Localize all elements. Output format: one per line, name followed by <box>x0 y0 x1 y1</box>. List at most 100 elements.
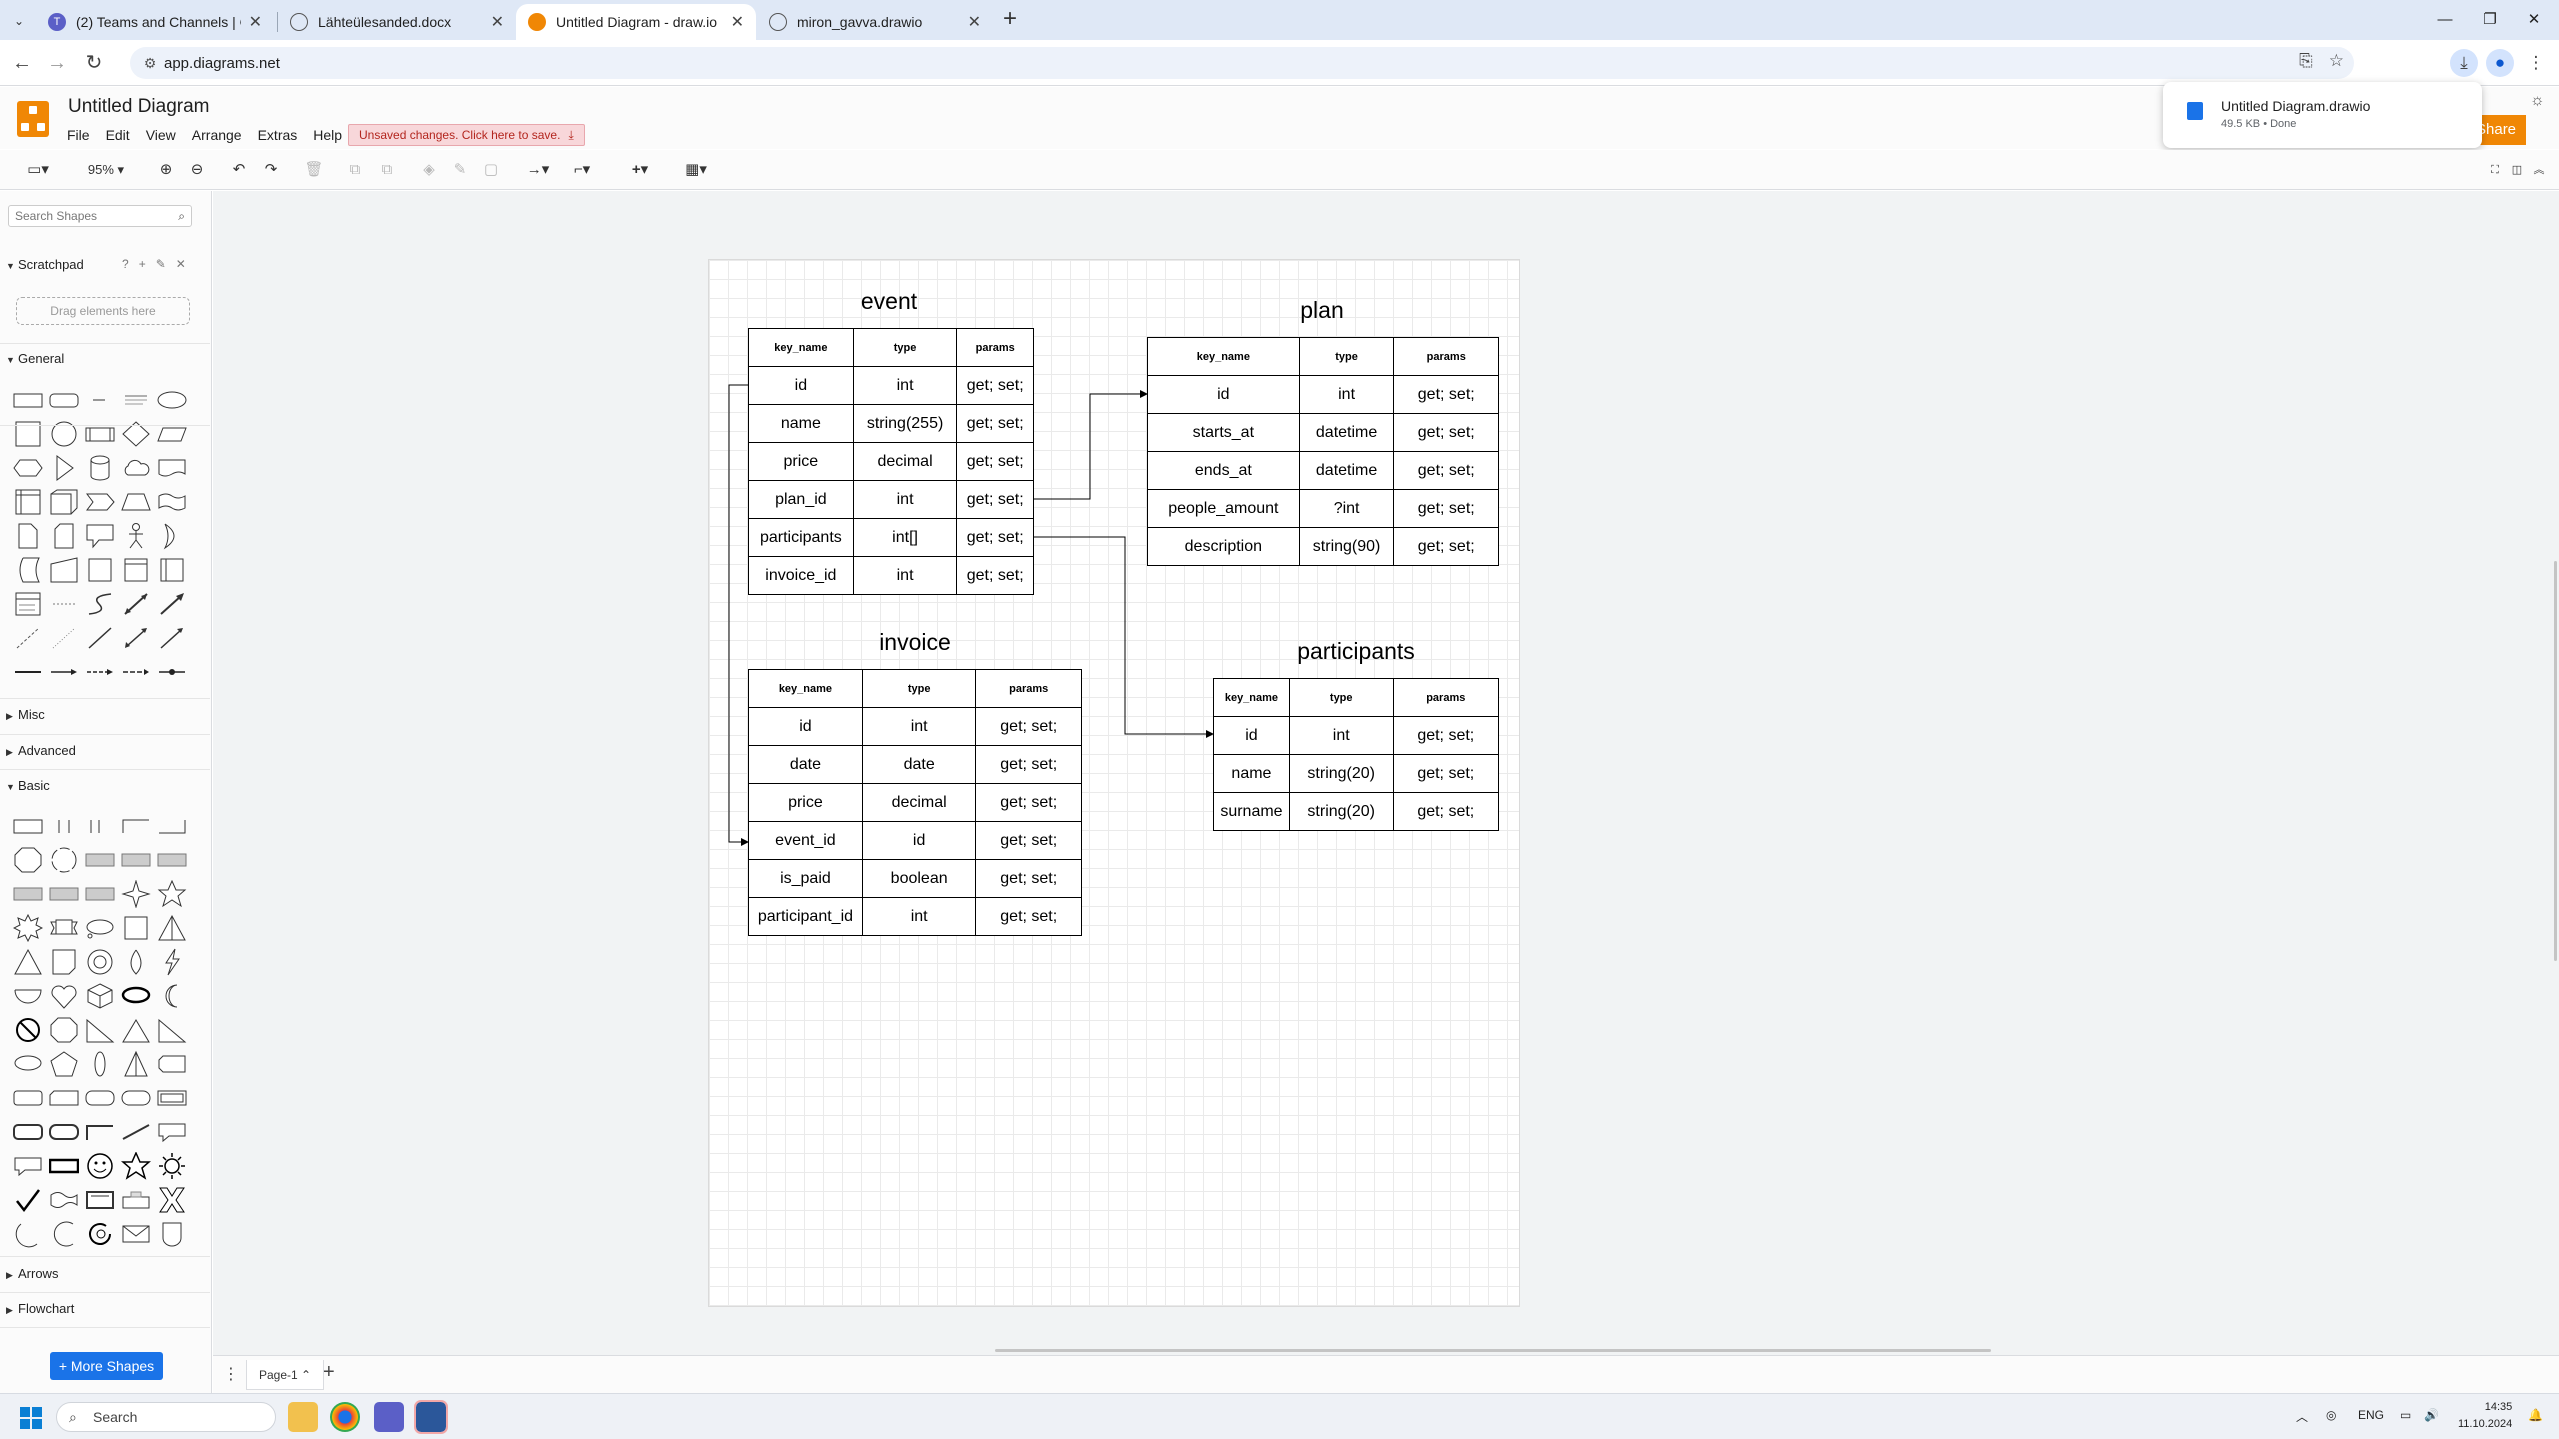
taskbar-search[interactable]: ⌕ Search <box>56 1402 276 1432</box>
shadow-icon[interactable]: ▢ <box>480 160 502 180</box>
tab-shape[interactable] <box>118 1183 154 1217</box>
format-toggle-icon[interactable]: ◫ <box>2508 160 2526 180</box>
heart-shape[interactable] <box>46 979 82 1013</box>
menu-extras[interactable]: Extras <box>258 127 306 143</box>
table-row[interactable]: participants int[] get; set; <box>748 518 1034 557</box>
triangle-basic-shape[interactable] <box>154 911 190 945</box>
iso-cube-shape[interactable] <box>82 979 118 1013</box>
moon-shape[interactable] <box>154 979 190 1013</box>
basic-gray-rect-3-shape[interactable] <box>154 843 190 877</box>
table-row[interactable]: id int get; set; <box>748 366 1034 405</box>
dotted-diagonal-shape[interactable] <box>46 621 82 655</box>
tab-docx[interactable]: Lähteülesanded.docx ✕ <box>278 4 516 40</box>
lightning-shape[interactable] <box>154 945 190 979</box>
new-tab-button[interactable]: + <box>996 6 1024 34</box>
right-triangle-shape[interactable] <box>82 1013 118 1047</box>
vertical-scrollbar[interactable] <box>2554 561 2557 961</box>
download-icon[interactable]: ⤓ <box>2450 49 2478 77</box>
edge-invoice-id-to-event-id[interactable] <box>728 384 749 846</box>
section-basic[interactable]: ▼ Basic <box>6 778 50 793</box>
connector-shape[interactable] <box>154 655 190 689</box>
close-icon[interactable]: ✕ <box>491 12 504 32</box>
rect-callout-shape[interactable] <box>154 1115 190 1149</box>
chrome-icon[interactable] <box>330 1402 360 1432</box>
teams-icon[interactable] <box>374 1402 404 1432</box>
plaque-shape[interactable] <box>154 1047 190 1081</box>
basic-rect-shape[interactable] <box>10 809 46 843</box>
manual-input-shape[interactable] <box>46 553 82 587</box>
oval-callout-shape[interactable] <box>10 1047 46 1081</box>
collapse-icon[interactable]: ︽ <box>2530 160 2548 180</box>
section-flowchart[interactable]: ▶ Flowchart <box>6 1301 74 1316</box>
table-row[interactable]: people_amount ?int get; set; <box>1147 489 1499 528</box>
install-app-icon[interactable]: ⎘ <box>2299 51 2313 71</box>
back-icon[interactable]: ← <box>8 49 36 77</box>
envelope-shape[interactable] <box>118 1217 154 1251</box>
site-info-icon[interactable]: ⚙ <box>136 55 164 72</box>
basic-corner-shape[interactable] <box>118 809 154 843</box>
browser-menu-icon[interactable]: ⋮ <box>2522 49 2550 77</box>
x-shape[interactable] <box>154 1183 190 1217</box>
close-icon[interactable]: ✕ <box>968 12 981 32</box>
star-shape[interactable] <box>154 877 190 911</box>
table-row[interactable]: date date get; set; <box>748 745 1082 784</box>
table-row[interactable]: id int get; set; <box>748 707 1082 746</box>
add-page-icon[interactable]: + <box>323 1361 335 1384</box>
circle-shape[interactable] <box>46 417 82 451</box>
thick-frame-shape[interactable] <box>46 1149 82 1183</box>
cloud-callout-shape[interactable] <box>82 911 118 945</box>
invoice-table-title[interactable]: invoice <box>748 629 1082 656</box>
or-shape[interactable] <box>154 519 190 553</box>
participants-table-title[interactable]: participants <box>1213 638 1499 665</box>
table-row[interactable]: surname string(20) get; set; <box>1213 792 1500 831</box>
unsaved-changes-button[interactable]: Unsaved changes. Click here to save. ⤓ <box>348 124 585 146</box>
basic-gray-5-shape[interactable] <box>46 877 82 911</box>
display-icon[interactable]: ▭ <box>2400 1408 2411 1422</box>
rectangle-shape[interactable] <box>10 383 46 417</box>
octagon-basic-shape[interactable] <box>46 1013 82 1047</box>
rounded-frame-2-shape[interactable] <box>46 1115 82 1149</box>
speech-bubble-shape[interactable] <box>118 979 154 1013</box>
section-arrows[interactable]: ▶ Arrows <box>6 1266 58 1281</box>
square-shape[interactable] <box>10 417 46 451</box>
wave-shape[interactable] <box>46 1183 82 1217</box>
text-shape[interactable] <box>82 383 118 417</box>
double-frame-shape[interactable] <box>154 1081 190 1115</box>
swimlane-shape[interactable] <box>118 553 154 587</box>
language-indicator[interactable]: ENG <box>2358 1408 2384 1422</box>
close-icon[interactable]: ✕ <box>731 12 744 32</box>
folded-corner-shape[interactable] <box>46 945 82 979</box>
thick-line-shape[interactable] <box>10 655 46 689</box>
horizontal-scrollbar[interactable] <box>995 1349 1991 1352</box>
cylinder-shape[interactable] <box>82 451 118 485</box>
restore-icon[interactable]: ❐ <box>2470 6 2510 34</box>
page-tab-1[interactable]: Page-1 ⌃ <box>246 1360 325 1390</box>
square-basic-shape[interactable] <box>118 911 154 945</box>
waypoints-icon[interactable]: ⌐▾ <box>564 160 600 180</box>
isoceles-triangle-shape[interactable] <box>118 1013 154 1047</box>
note-shape[interactable] <box>10 519 46 553</box>
tab-search-icon[interactable]: ⌄ <box>8 10 30 32</box>
zoom-out-icon[interactable]: ⊖ <box>186 160 208 180</box>
tape-shape[interactable] <box>154 485 190 519</box>
basic-bracket-shape[interactable] <box>46 809 82 843</box>
to-back-icon[interactable]: ⧉ <box>376 160 398 180</box>
parallelogram-shape[interactable] <box>154 417 190 451</box>
word-icon[interactable] <box>414 1400 448 1434</box>
rounded-basic-1-shape[interactable] <box>10 1081 46 1115</box>
line-shape[interactable] <box>82 621 118 655</box>
cloud-shape[interactable] <box>118 451 154 485</box>
arc-shape[interactable] <box>46 1217 82 1251</box>
internal-storage-shape[interactable] <box>10 485 46 519</box>
partial-frame-shape[interactable] <box>82 1115 118 1149</box>
tab-drawio[interactable]: Untitled Diagram - draw.io ✕ <box>516 4 756 40</box>
cube-shape[interactable] <box>46 485 82 519</box>
smiley-shape[interactable] <box>82 1149 118 1183</box>
menu-edit[interactable]: Edit <box>106 127 138 143</box>
association-shape[interactable] <box>118 655 154 689</box>
edit-icon[interactable]: ✎ <box>156 257 166 271</box>
document-title[interactable]: Untitled Diagram <box>68 96 210 118</box>
tab-teams[interactable]: T (2) Teams and Channels | Gene ✕ <box>36 4 274 40</box>
download-filename[interactable]: Untitled Diagram.drawio <box>2221 98 2370 114</box>
table-row[interactable]: is_paid boolean get; set; <box>748 859 1082 898</box>
